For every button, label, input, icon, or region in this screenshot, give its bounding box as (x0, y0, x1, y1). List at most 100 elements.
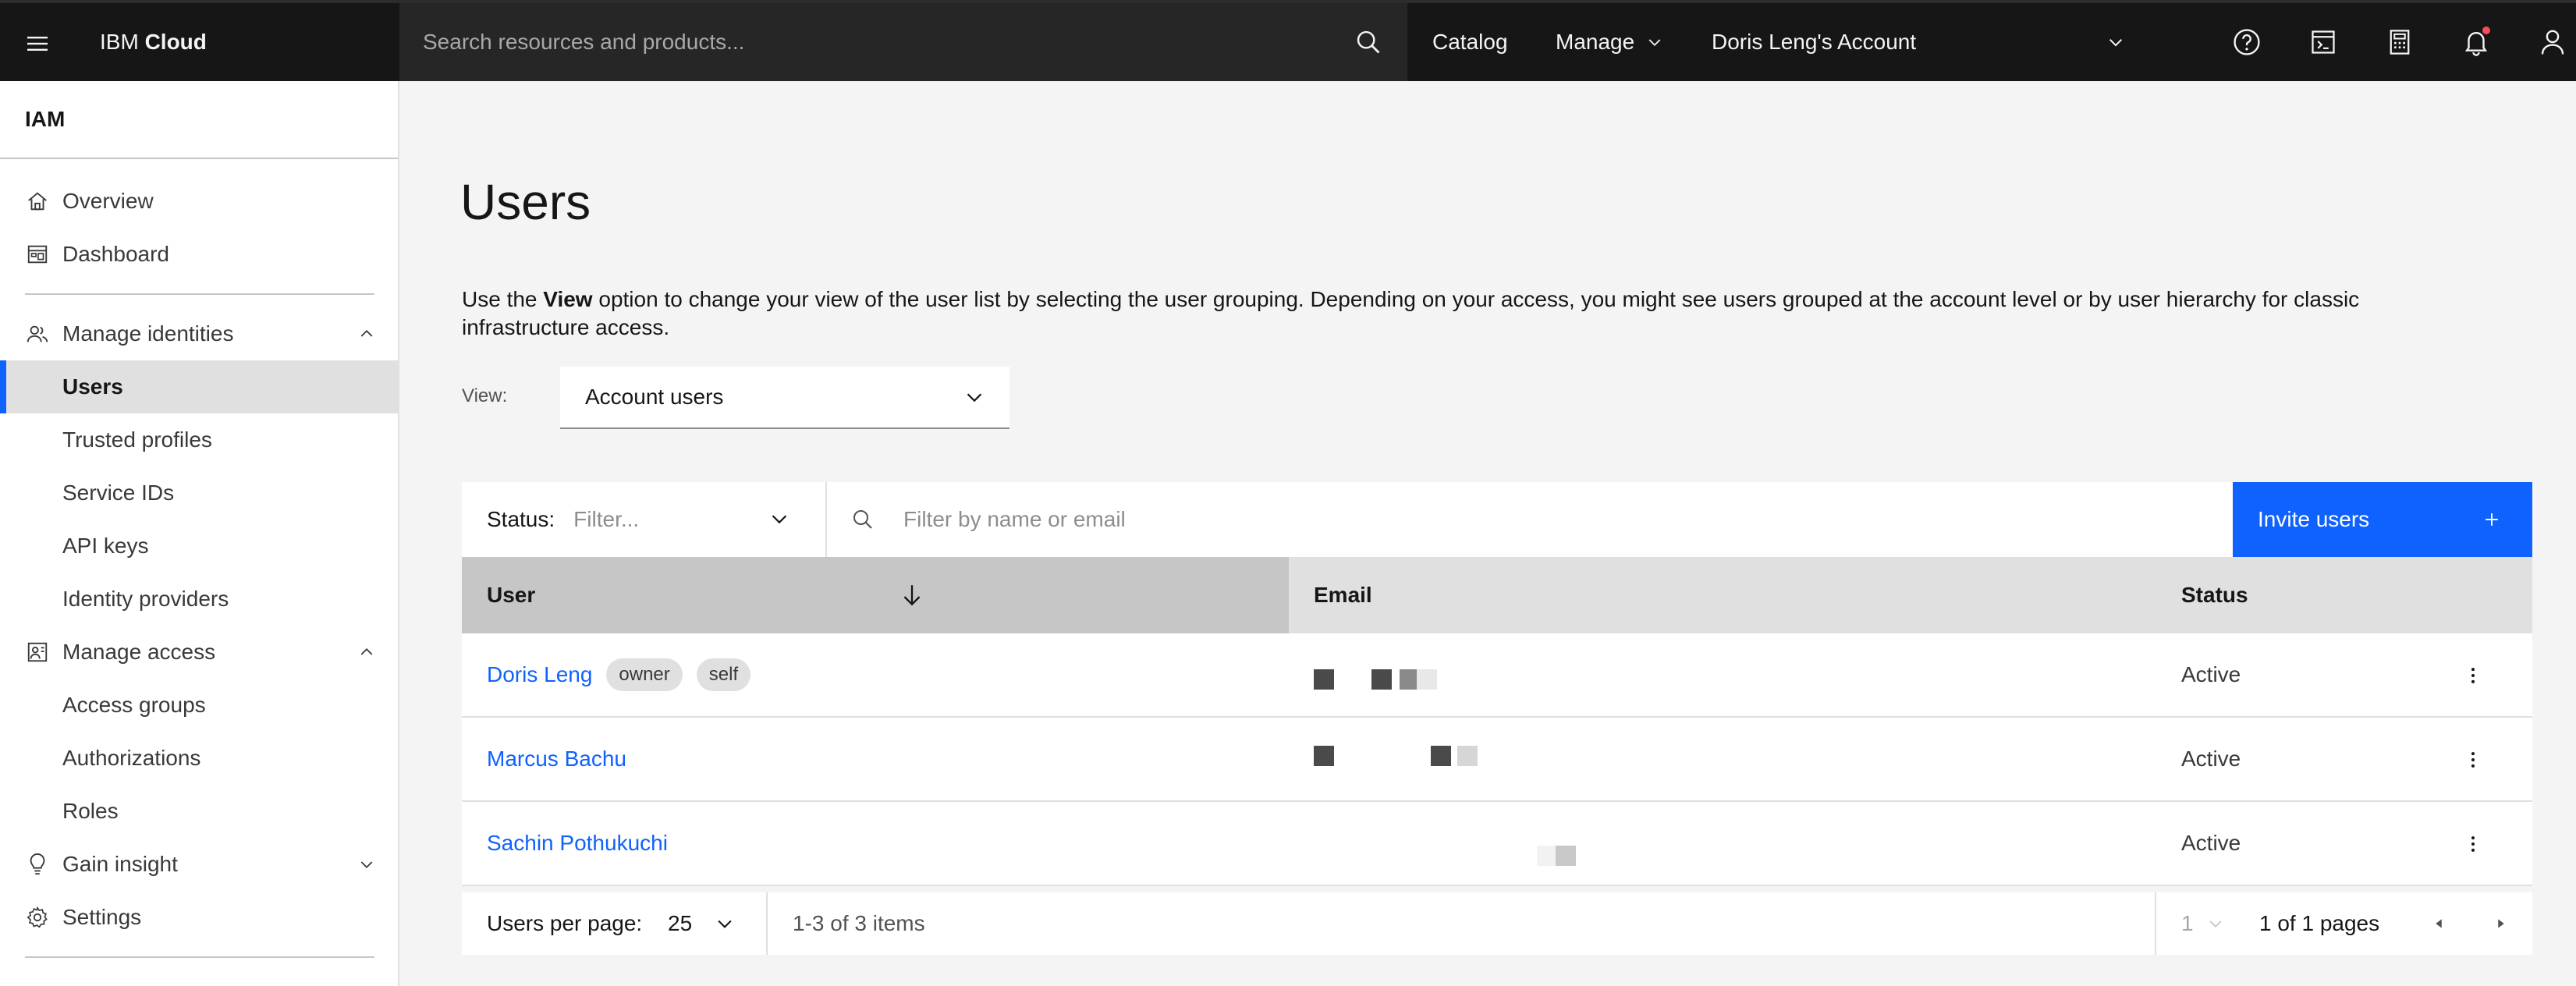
iam-sidebar: IAM Overview Dashboard Manage identities… (0, 81, 399, 986)
search-icon[interactable] (1329, 3, 1407, 81)
next-page-icon[interactable] (2482, 905, 2520, 942)
user-name-link[interactable]: Sachin Pothukuchi (487, 802, 668, 885)
search-icon (850, 507, 875, 532)
status-filter-placeholder: Filter... (573, 507, 640, 531)
redaction-block (1457, 746, 1478, 766)
overflow-menu-icon[interactable] (2454, 741, 2492, 779)
column-header-label: Status (2181, 583, 2248, 607)
status-text: Active (2181, 747, 2241, 771)
description-text-bold: View (543, 287, 593, 311)
sidebar-item-authorizations[interactable]: Authorizations (0, 732, 398, 785)
pagination-bar: Users per page: 25 1-3 of 3 items 1 1 of… (462, 892, 2532, 955)
page-title: Users (460, 174, 591, 230)
table-row: Marcus Bachu Active (462, 718, 2532, 802)
user-name: Doris Leng (487, 662, 593, 686)
sidebar-item-api-keys[interactable]: API keys (0, 520, 398, 573)
notification-badge (2482, 27, 2490, 34)
chevron-down-icon (354, 852, 379, 877)
redaction-block (1371, 669, 1392, 690)
sidebar-item-settings[interactable]: Settings (0, 891, 398, 944)
cost-estimator-icon[interactable] (2305, 23, 2342, 61)
redaction-block (1537, 846, 1557, 866)
sidebar-item-label: API keys (62, 534, 149, 558)
pagination-divider (766, 892, 768, 955)
overflow-menu-icon[interactable] (2454, 657, 2492, 694)
view-dropdown[interactable]: Account users (560, 367, 1009, 429)
owner-tag: owner (606, 658, 683, 691)
view-label: View: (462, 385, 508, 406)
users-table: User Email Status Doris Leng owner self … (462, 557, 2532, 886)
item-range-text: 1-3 of 3 items (793, 911, 925, 935)
sidebar-item-trusted-profiles[interactable]: Trusted profiles (0, 413, 398, 466)
pagination-divider (2155, 892, 2156, 955)
sidebar-item-label: Manage access (62, 640, 216, 664)
self-tag: self (696, 658, 751, 691)
sidebar-item-users[interactable]: Users (0, 360, 398, 413)
sidebar-item-label: Settings (62, 905, 142, 929)
chevron-down-icon (714, 913, 736, 935)
account-chevron-down-icon[interactable] (2097, 23, 2134, 61)
table-toolbar: Status: Filter... Invite users (462, 482, 2532, 557)
pages-total-text: 1 of 1 pages (2259, 911, 2380, 935)
sidebar-item-service-ids[interactable]: Service IDs (0, 466, 398, 520)
table-row: Sachin Pothukuchi Active (462, 802, 2532, 886)
account-switcher[interactable]: Doris Leng's Account (1712, 3, 1916, 81)
column-header-label: User (487, 583, 536, 607)
sidebar-item-label: Access groups (62, 693, 206, 717)
notification-icon[interactable] (2457, 23, 2495, 61)
sidebar-item-label: Roles (62, 799, 119, 823)
plus-icon (2481, 509, 2503, 530)
help-icon[interactable] (2228, 23, 2266, 61)
status-text: Active (2181, 662, 2241, 686)
redaction-block (1556, 846, 1576, 866)
column-header-user[interactable]: User (462, 557, 1289, 633)
page-select[interactable]: 1 (2181, 892, 2225, 955)
view-selected-value: Account users (585, 385, 724, 409)
sidebar-item-access-groups[interactable]: Access groups (0, 679, 398, 732)
calculator-icon[interactable] (2381, 23, 2418, 61)
sidebar-divider (25, 956, 374, 958)
description-text-post: option to change your view of the user l… (462, 287, 2360, 339)
sidebar-item-dashboard[interactable]: Dashboard (0, 228, 398, 281)
invite-users-label: Invite users (2258, 507, 2370, 531)
sidebar-item-manage-access[interactable]: Manage access (0, 626, 398, 679)
per-page-select[interactable]: 25 (668, 892, 736, 955)
status-filter-label: Status: (487, 507, 555, 531)
column-header-email: Email (1289, 557, 1372, 633)
previous-page-icon[interactable] (2420, 905, 2457, 942)
catalog-link[interactable]: Catalog (1432, 3, 1508, 81)
sidebar-item-roles[interactable]: Roles (0, 785, 398, 838)
redaction-block (1314, 669, 1334, 690)
hamburger-icon[interactable] (19, 25, 56, 62)
sidebar-item-manage-identities[interactable]: Manage identities (0, 307, 398, 360)
sidebar-item-label: Trusted profiles (62, 427, 212, 452)
sidebar-divider (25, 293, 374, 295)
user-name-link[interactable]: Doris Leng owner self (487, 633, 751, 716)
manage-menu[interactable]: Manage (1556, 3, 1664, 81)
name-email-filter-input[interactable] (902, 506, 2075, 533)
status-filter-dropdown[interactable]: Status: Filter... (462, 482, 827, 557)
sidebar-item-label: Manage identities (62, 321, 234, 346)
name-email-filter (827, 482, 2233, 557)
search-input[interactable] (399, 2, 1329, 82)
column-header-status: Status (2156, 557, 2248, 633)
bulb-icon (25, 852, 50, 877)
sidebar-item-identity-providers[interactable]: Identity providers (0, 573, 398, 626)
sort-descending-icon (899, 582, 925, 608)
user-name: Sachin Pothukuchi (487, 831, 668, 855)
chevron-down-icon (768, 507, 791, 530)
user-avatar-icon[interactable] (2534, 23, 2571, 61)
sidebar-item-label: Authorizations (62, 746, 201, 770)
overflow-menu-icon[interactable] (2454, 825, 2492, 863)
chevron-down-icon (963, 385, 986, 409)
sidebar-item-overview[interactable]: Overview (0, 175, 398, 228)
brand-logo[interactable]: IBM Cloud (100, 3, 207, 81)
access-icon (25, 640, 50, 665)
table-row: Doris Leng owner self Active (462, 633, 2532, 718)
column-header-label: Email (1314, 583, 1372, 607)
sidebar-item-gain-insight[interactable]: Gain insight (0, 838, 398, 891)
invite-users-button[interactable]: Invite users (2233, 482, 2532, 557)
user-name-link[interactable]: Marcus Bachu (487, 718, 626, 800)
description-text-pre: Use the (462, 287, 544, 311)
account-label: Doris Leng's Account (1712, 30, 1917, 54)
